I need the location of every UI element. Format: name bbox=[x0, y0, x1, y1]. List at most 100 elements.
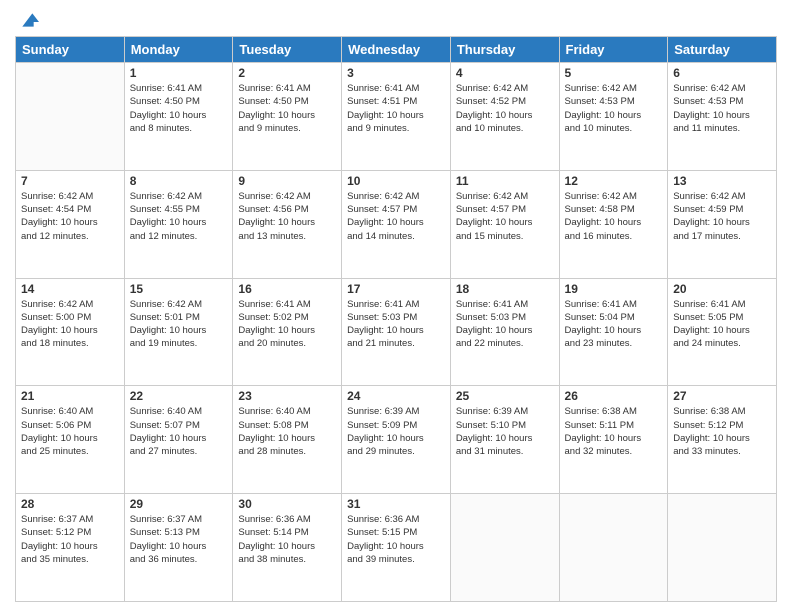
header-cell-saturday: Saturday bbox=[668, 37, 777, 63]
day-cell: 16 Sunrise: 6:41 AM Sunset: 5:02 PM Dayli… bbox=[233, 278, 342, 386]
day-cell: 21 Sunrise: 6:40 AM Sunset: 5:06 PM Dayli… bbox=[16, 386, 125, 494]
day-cell: 1 Sunrise: 6:41 AM Sunset: 4:50 PM Daylig… bbox=[124, 63, 233, 171]
day-info: Sunrise: 6:41 AM Sunset: 5:04 PM Dayligh… bbox=[565, 298, 663, 351]
day-info: Sunrise: 6:40 AM Sunset: 5:07 PM Dayligh… bbox=[130, 405, 228, 458]
day-cell bbox=[16, 63, 125, 171]
header-cell-friday: Friday bbox=[559, 37, 668, 63]
day-info: Sunrise: 6:41 AM Sunset: 4:51 PM Dayligh… bbox=[347, 82, 445, 135]
day-cell bbox=[559, 494, 668, 602]
day-number: 24 bbox=[347, 389, 445, 403]
day-info: Sunrise: 6:41 AM Sunset: 5:03 PM Dayligh… bbox=[456, 298, 554, 351]
day-info: Sunrise: 6:42 AM Sunset: 4:59 PM Dayligh… bbox=[673, 190, 771, 243]
day-number: 9 bbox=[238, 174, 336, 188]
week-row-1: 7 Sunrise: 6:42 AM Sunset: 4:54 PM Daylig… bbox=[16, 170, 777, 278]
day-cell: 6Sunrise: 6:42 AM Sunset: 4:53 PM Daylig… bbox=[668, 63, 777, 171]
day-number: 14 bbox=[21, 282, 119, 296]
header-cell-thursday: Thursday bbox=[450, 37, 559, 63]
day-info: Sunrise: 6:38 AM Sunset: 5:12 PM Dayligh… bbox=[673, 405, 771, 458]
day-info: Sunrise: 6:41 AM Sunset: 4:50 PM Dayligh… bbox=[238, 82, 336, 135]
day-number: 13 bbox=[673, 174, 771, 188]
day-cell: 12Sunrise: 6:42 AM Sunset: 4:58 PM Dayli… bbox=[559, 170, 668, 278]
day-number: 16 bbox=[238, 282, 336, 296]
day-info: Sunrise: 6:42 AM Sunset: 4:53 PM Dayligh… bbox=[673, 82, 771, 135]
day-cell: 25 Sunrise: 6:39 AM Sunset: 5:10 PM Dayli… bbox=[450, 386, 559, 494]
day-number: 1 bbox=[130, 66, 228, 80]
day-info: Sunrise: 6:41 AM Sunset: 5:02 PM Dayligh… bbox=[238, 298, 336, 351]
week-row-0: 1 Sunrise: 6:41 AM Sunset: 4:50 PM Daylig… bbox=[16, 63, 777, 171]
day-number: 18 bbox=[456, 282, 554, 296]
day-number: 4 bbox=[456, 66, 554, 80]
day-number: 3 bbox=[347, 66, 445, 80]
day-cell: 11 Sunrise: 6:42 AM Sunset: 4:57 PM Dayli… bbox=[450, 170, 559, 278]
logo bbox=[15, 10, 39, 30]
day-info: Sunrise: 6:40 AM Sunset: 5:06 PM Dayligh… bbox=[21, 405, 119, 458]
day-number: 31 bbox=[347, 497, 445, 511]
page: SundayMondayTuesdayWednesdayThursdayFrid… bbox=[0, 0, 792, 612]
day-info: Sunrise: 6:41 AM Sunset: 4:50 PM Dayligh… bbox=[130, 82, 228, 135]
day-info: Sunrise: 6:42 AM Sunset: 4:57 PM Dayligh… bbox=[456, 190, 554, 243]
day-number: 21 bbox=[21, 389, 119, 403]
week-row-4: 28Sunrise: 6:37 AM Sunset: 5:12 PM Dayli… bbox=[16, 494, 777, 602]
logo-icon bbox=[19, 10, 39, 30]
day-cell: 8Sunrise: 6:42 AM Sunset: 4:55 PM Daylig… bbox=[124, 170, 233, 278]
day-info: Sunrise: 6:42 AM Sunset: 4:56 PM Dayligh… bbox=[238, 190, 336, 243]
logo-text bbox=[15, 10, 39, 30]
calendar-table: SundayMondayTuesdayWednesdayThursdayFrid… bbox=[15, 36, 777, 602]
day-info: Sunrise: 6:39 AM Sunset: 5:09 PM Dayligh… bbox=[347, 405, 445, 458]
day-number: 26 bbox=[565, 389, 663, 403]
day-cell: 14 Sunrise: 6:42 AM Sunset: 5:00 PM Dayli… bbox=[16, 278, 125, 386]
day-info: Sunrise: 6:42 AM Sunset: 4:52 PM Dayligh… bbox=[456, 82, 554, 135]
day-info: Sunrise: 6:37 AM Sunset: 5:13 PM Dayligh… bbox=[130, 513, 228, 566]
day-cell: 9 Sunrise: 6:42 AM Sunset: 4:56 PM Daylig… bbox=[233, 170, 342, 278]
week-row-3: 21 Sunrise: 6:40 AM Sunset: 5:06 PM Dayli… bbox=[16, 386, 777, 494]
day-number: 22 bbox=[130, 389, 228, 403]
day-cell: 13 Sunrise: 6:42 AM Sunset: 4:59 PM Dayli… bbox=[668, 170, 777, 278]
day-number: 15 bbox=[130, 282, 228, 296]
day-number: 5 bbox=[565, 66, 663, 80]
day-info: Sunrise: 6:42 AM Sunset: 4:58 PM Dayligh… bbox=[565, 190, 663, 243]
day-info: Sunrise: 6:42 AM Sunset: 4:54 PM Dayligh… bbox=[21, 190, 119, 243]
day-info: Sunrise: 6:42 AM Sunset: 5:00 PM Dayligh… bbox=[21, 298, 119, 351]
header bbox=[15, 10, 777, 30]
day-number: 23 bbox=[238, 389, 336, 403]
day-cell: 2 Sunrise: 6:41 AM Sunset: 4:50 PM Daylig… bbox=[233, 63, 342, 171]
day-number: 27 bbox=[673, 389, 771, 403]
day-number: 19 bbox=[565, 282, 663, 296]
day-cell bbox=[450, 494, 559, 602]
day-number: 2 bbox=[238, 66, 336, 80]
day-cell: 4 Sunrise: 6:42 AM Sunset: 4:52 PM Daylig… bbox=[450, 63, 559, 171]
day-info: Sunrise: 6:37 AM Sunset: 5:12 PM Dayligh… bbox=[21, 513, 119, 566]
day-number: 11 bbox=[456, 174, 554, 188]
day-cell: 20 Sunrise: 6:41 AM Sunset: 5:05 PM Dayli… bbox=[668, 278, 777, 386]
day-number: 10 bbox=[347, 174, 445, 188]
day-info: Sunrise: 6:40 AM Sunset: 5:08 PM Dayligh… bbox=[238, 405, 336, 458]
day-cell: 28Sunrise: 6:37 AM Sunset: 5:12 PM Dayli… bbox=[16, 494, 125, 602]
day-cell: 10Sunrise: 6:42 AM Sunset: 4:57 PM Dayli… bbox=[342, 170, 451, 278]
header-cell-wednesday: Wednesday bbox=[342, 37, 451, 63]
day-info: Sunrise: 6:36 AM Sunset: 5:15 PM Dayligh… bbox=[347, 513, 445, 566]
day-info: Sunrise: 6:42 AM Sunset: 4:55 PM Dayligh… bbox=[130, 190, 228, 243]
day-number: 29 bbox=[130, 497, 228, 511]
day-number: 25 bbox=[456, 389, 554, 403]
day-cell: 7 Sunrise: 6:42 AM Sunset: 4:54 PM Daylig… bbox=[16, 170, 125, 278]
day-cell: 30Sunrise: 6:36 AM Sunset: 5:14 PM Dayli… bbox=[233, 494, 342, 602]
day-info: Sunrise: 6:41 AM Sunset: 5:03 PM Dayligh… bbox=[347, 298, 445, 351]
header-cell-sunday: Sunday bbox=[16, 37, 125, 63]
day-cell: 29 Sunrise: 6:37 AM Sunset: 5:13 PM Dayli… bbox=[124, 494, 233, 602]
day-cell: 18 Sunrise: 6:41 AM Sunset: 5:03 PM Dayli… bbox=[450, 278, 559, 386]
day-number: 20 bbox=[673, 282, 771, 296]
day-cell: 17Sunrise: 6:41 AM Sunset: 5:03 PM Dayli… bbox=[342, 278, 451, 386]
day-number: 7 bbox=[21, 174, 119, 188]
day-info: Sunrise: 6:42 AM Sunset: 5:01 PM Dayligh… bbox=[130, 298, 228, 351]
day-cell: 24 Sunrise: 6:39 AM Sunset: 5:09 PM Dayli… bbox=[342, 386, 451, 494]
day-cell: 22 Sunrise: 6:40 AM Sunset: 5:07 PM Dayli… bbox=[124, 386, 233, 494]
day-cell: 27 Sunrise: 6:38 AM Sunset: 5:12 PM Dayli… bbox=[668, 386, 777, 494]
day-cell: 5Sunrise: 6:42 AM Sunset: 4:53 PM Daylig… bbox=[559, 63, 668, 171]
day-cell: 19 Sunrise: 6:41 AM Sunset: 5:04 PM Dayli… bbox=[559, 278, 668, 386]
day-info: Sunrise: 6:39 AM Sunset: 5:10 PM Dayligh… bbox=[456, 405, 554, 458]
header-cell-tuesday: Tuesday bbox=[233, 37, 342, 63]
day-cell: 23 Sunrise: 6:40 AM Sunset: 5:08 PM Dayli… bbox=[233, 386, 342, 494]
day-info: Sunrise: 6:36 AM Sunset: 5:14 PM Dayligh… bbox=[238, 513, 336, 566]
day-cell: 15 Sunrise: 6:42 AM Sunset: 5:01 PM Dayli… bbox=[124, 278, 233, 386]
day-info: Sunrise: 6:41 AM Sunset: 5:05 PM Dayligh… bbox=[673, 298, 771, 351]
